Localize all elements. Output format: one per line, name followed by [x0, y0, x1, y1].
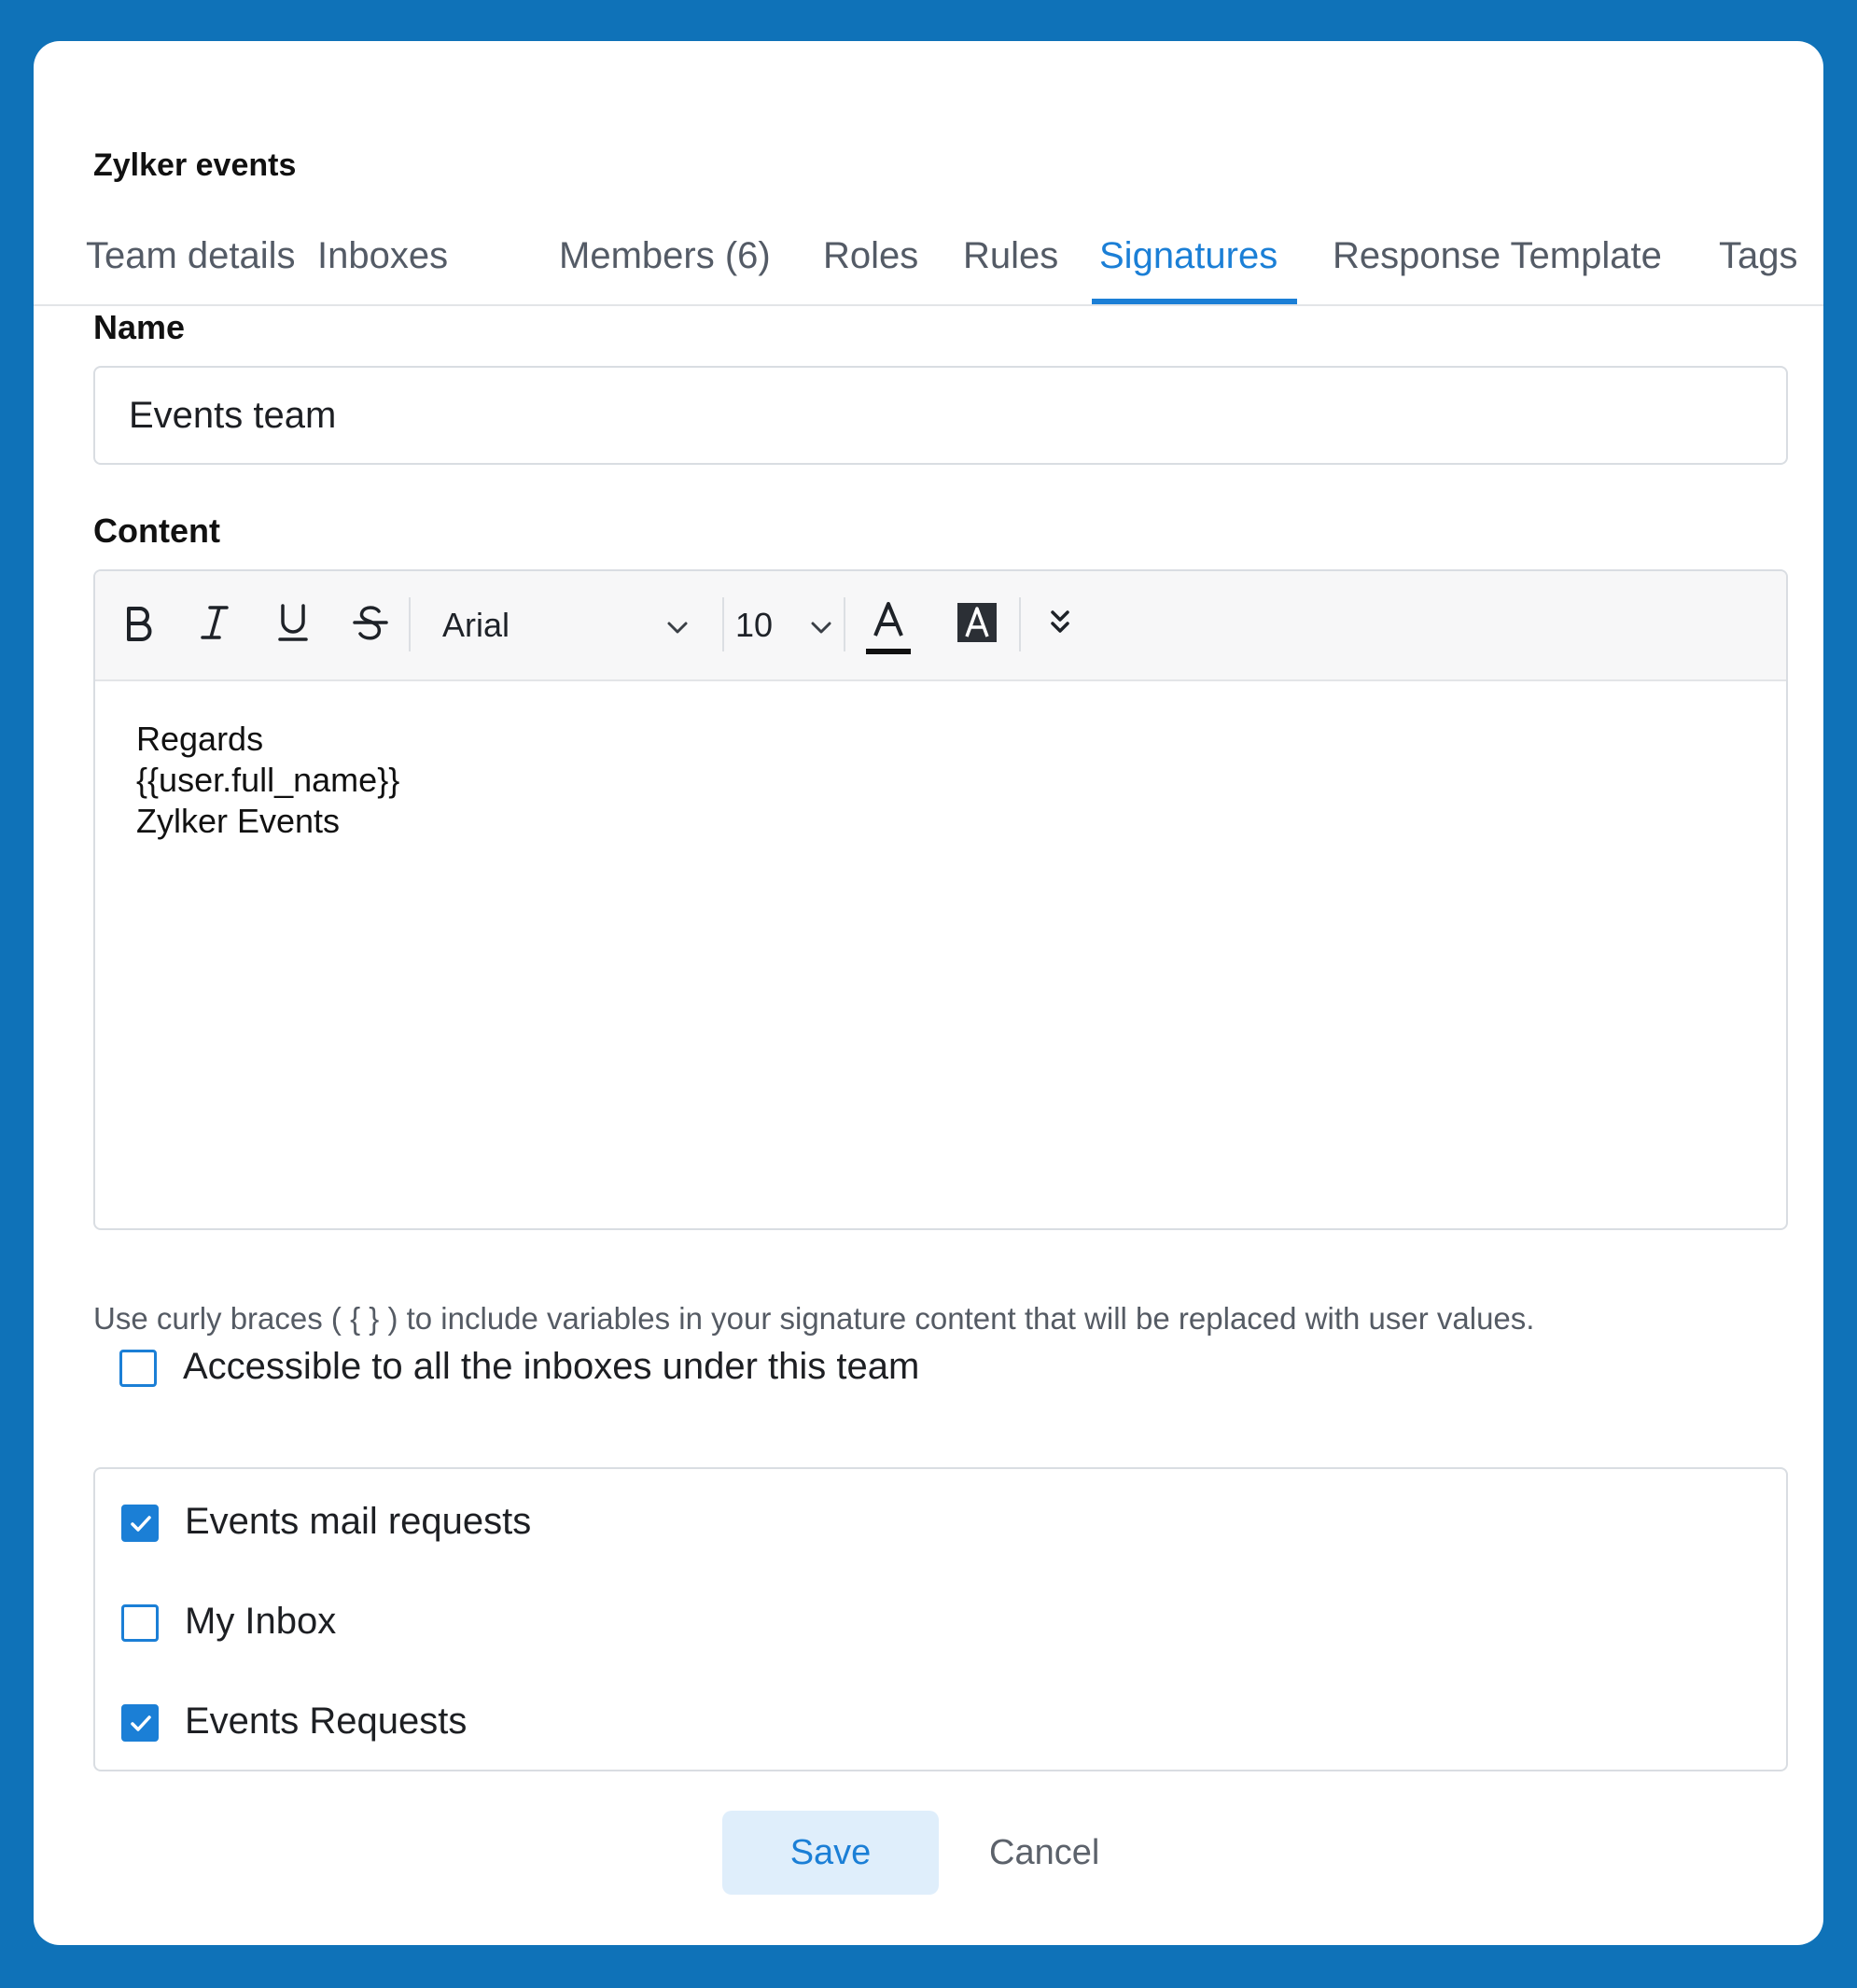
bold-icon: [122, 604, 154, 646]
variable-hint: Use curly braces ( { } ) to include vari…: [93, 1301, 1535, 1336]
italic-button[interactable]: [194, 597, 235, 651]
font-family-select[interactable]: Arial: [442, 599, 691, 651]
checkmark-icon: [131, 1516, 151, 1532]
chevron-down-icon: [808, 606, 834, 645]
tab-members[interactable]: Members (6): [559, 235, 771, 277]
strikethrough-icon: [352, 603, 389, 647]
toolbar-divider: [722, 597, 724, 651]
bold-button[interactable]: [118, 597, 159, 651]
cancel-button[interactable]: Cancel: [989, 1811, 1099, 1895]
signature-line: Regards: [136, 720, 264, 758]
tab-tags[interactable]: Tags: [1719, 235, 1798, 277]
toolbar-divider: [409, 597, 411, 651]
tab-rules[interactable]: Rules: [963, 235, 1058, 277]
signature-content-area[interactable]: Regards {{user.full_name}} Zylker Events: [136, 719, 399, 842]
signature-line: {{user.full_name}}: [136, 761, 400, 799]
checkmark-icon: [131, 1715, 151, 1731]
toolbar-divider: [1019, 597, 1021, 651]
tab-response-template[interactable]: Response Template: [1333, 235, 1662, 277]
inbox-checkbox-events-mail-requests[interactable]: [121, 1505, 159, 1542]
name-input[interactable]: [93, 366, 1788, 465]
tab-inboxes[interactable]: Inboxes: [317, 235, 448, 277]
underline-button[interactable]: [272, 597, 314, 651]
inbox-checkbox-events-requests[interactable]: [121, 1704, 159, 1742]
more-options-button[interactable]: [1040, 597, 1081, 651]
content-label: Content: [93, 511, 220, 550]
inbox-label[interactable]: Events Requests: [185, 1701, 467, 1743]
toolbar-divider: [844, 597, 845, 651]
editor-toolbar: Arial 10: [95, 571, 1786, 681]
name-label: Name: [93, 308, 186, 346]
underline-icon: [276, 603, 310, 647]
font-size-value: 10: [735, 606, 774, 644]
signature-settings-card: Zylker events Team details Inboxes Membe…: [34, 41, 1823, 1945]
team-title: Zylker events: [93, 147, 297, 183]
text-color-button[interactable]: [862, 597, 915, 663]
save-button[interactable]: Save: [722, 1811, 939, 1895]
active-tab-indicator: [1092, 299, 1297, 304]
highlight-icon: [956, 601, 998, 649]
signature-line: Zylker Events: [136, 802, 341, 840]
inbox-label[interactable]: My Inbox: [185, 1601, 336, 1643]
tab-signatures[interactable]: Signatures: [1099, 235, 1278, 277]
strikethrough-button[interactable]: [349, 597, 392, 651]
inbox-label[interactable]: Events mail requests: [185, 1501, 531, 1543]
font-family-value: Arial: [442, 606, 510, 644]
tab-team-details[interactable]: Team details: [86, 235, 296, 277]
highlight-button[interactable]: [954, 597, 1000, 651]
tab-roles[interactable]: Roles: [823, 235, 918, 277]
signature-editor: Arial 10 Regards {{user.full_name}} Zylk…: [93, 569, 1788, 1230]
inbox-checkbox-my-inbox[interactable]: [121, 1604, 159, 1642]
chevron-down-icon: [664, 606, 691, 645]
all-inboxes-checkbox[interactable]: [119, 1350, 157, 1387]
italic-icon: [199, 604, 230, 646]
inbox-list: Events mail requests My Inbox Events Req…: [93, 1467, 1788, 1771]
text-color-icon: [864, 598, 913, 663]
more-options-icon: [1046, 607, 1074, 643]
tab-bar: Team details Inboxes Members (6) Roles R…: [34, 218, 1823, 306]
all-inboxes-label[interactable]: Accessible to all the inboxes under this…: [183, 1346, 919, 1388]
font-size-select[interactable]: 10: [735, 599, 834, 651]
